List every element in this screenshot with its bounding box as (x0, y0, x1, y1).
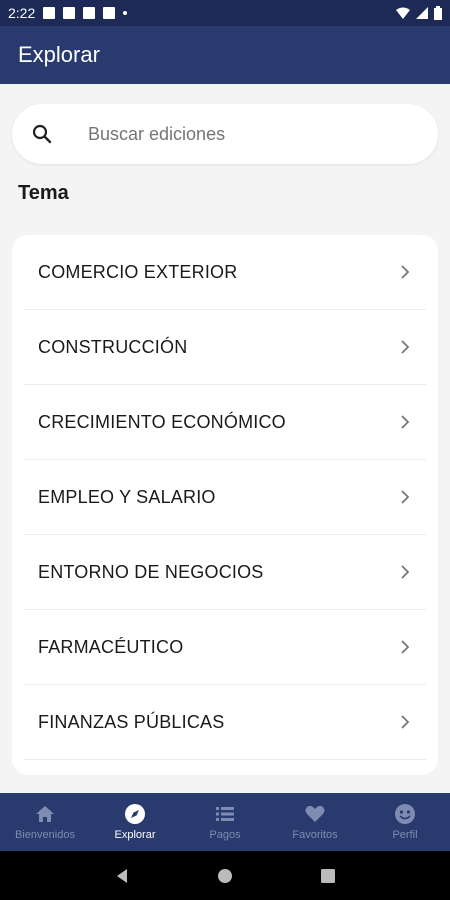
nav-perfil[interactable]: Perfil (360, 793, 450, 851)
home-icon (34, 803, 56, 825)
topic-label: EMPLEO Y SALARIO (38, 486, 216, 507)
heart-icon (304, 803, 326, 825)
nav-label: Pagos (209, 829, 241, 841)
chevron-right-icon (398, 265, 412, 279)
topic-label: FARMACÉUTICO (38, 636, 184, 657)
back-icon[interactable] (114, 868, 130, 884)
nav-label: Explorar (114, 829, 156, 841)
nav-pagos[interactable]: Pagos (180, 793, 270, 851)
nav-label: Favoritos (292, 829, 338, 841)
home-button-icon[interactable] (217, 868, 233, 884)
topic-label: ENTORNO DE NEGOCIOS (38, 561, 264, 582)
app-notification-icon (103, 7, 116, 19)
search-bar[interactable] (12, 104, 438, 164)
search-input[interactable] (88, 123, 388, 145)
topic-list: COMERCIO EXTERIOR CONSTRUCCIÓN CRECIMIEN… (12, 235, 438, 775)
topic-label: CRECIMIENTO ECONÓMICO (38, 411, 286, 432)
topic-item-crecimiento-economico[interactable]: CRECIMIENTO ECONÓMICO (24, 385, 426, 460)
nav-explorar[interactable]: Explorar (90, 793, 180, 851)
topic-label: CONSTRUCCIÓN (38, 336, 188, 357)
topic-item-empleo-y-salario[interactable]: EMPLEO Y SALARIO (24, 460, 426, 535)
nav-label: Perfil (392, 829, 418, 841)
section-title: Tema (18, 182, 69, 204)
chevron-right-icon (398, 415, 412, 429)
profile-icon (394, 803, 416, 825)
notification-icon (43, 7, 56, 19)
page-title: Explorar (18, 42, 100, 67)
nav-favoritos[interactable]: Favoritos (270, 793, 360, 851)
nav-label: Bienvenidos (15, 829, 75, 841)
system-navigation-bar (0, 851, 450, 900)
topic-label: COMERCIO EXTERIOR (38, 261, 238, 282)
topic-item-finanzas-publicas[interactable]: FINANZAS PÚBLICAS (24, 685, 426, 760)
topic-item-farmaceutico[interactable]: FARMACÉUTICO (24, 610, 426, 685)
wifi-icon (396, 7, 410, 19)
app-bar: Explorar (0, 26, 450, 84)
more-notifications-icon (123, 11, 128, 15)
topic-item-construccion[interactable]: CONSTRUCCIÓN (24, 310, 426, 385)
topic-item-entorno-de-negocios[interactable]: ENTORNO DE NEGOCIOS (24, 535, 426, 610)
chevron-right-icon (398, 340, 412, 354)
chevron-right-icon (398, 715, 412, 729)
status-bar: 2:22 (0, 0, 450, 26)
recents-icon[interactable] (320, 868, 336, 884)
chevron-right-icon (398, 640, 412, 654)
chevron-right-icon (398, 565, 412, 579)
signal-icon (416, 7, 428, 19)
chevron-right-icon (398, 490, 412, 504)
search-icon (32, 124, 52, 144)
bottom-navigation: Bienvenidos Explorar Pagos Favoritos Per… (0, 793, 450, 851)
battery-icon (434, 6, 442, 20)
topic-label: FINANZAS PÚBLICAS (38, 711, 225, 732)
gmail-icon (63, 7, 76, 19)
list-icon (214, 803, 236, 825)
compass-icon (124, 803, 146, 825)
image-icon (83, 7, 96, 19)
topic-item-comercio-exterior[interactable]: COMERCIO EXTERIOR (24, 235, 426, 310)
status-time: 2:22 (8, 5, 36, 21)
nav-bienvenidos[interactable]: Bienvenidos (0, 793, 90, 851)
